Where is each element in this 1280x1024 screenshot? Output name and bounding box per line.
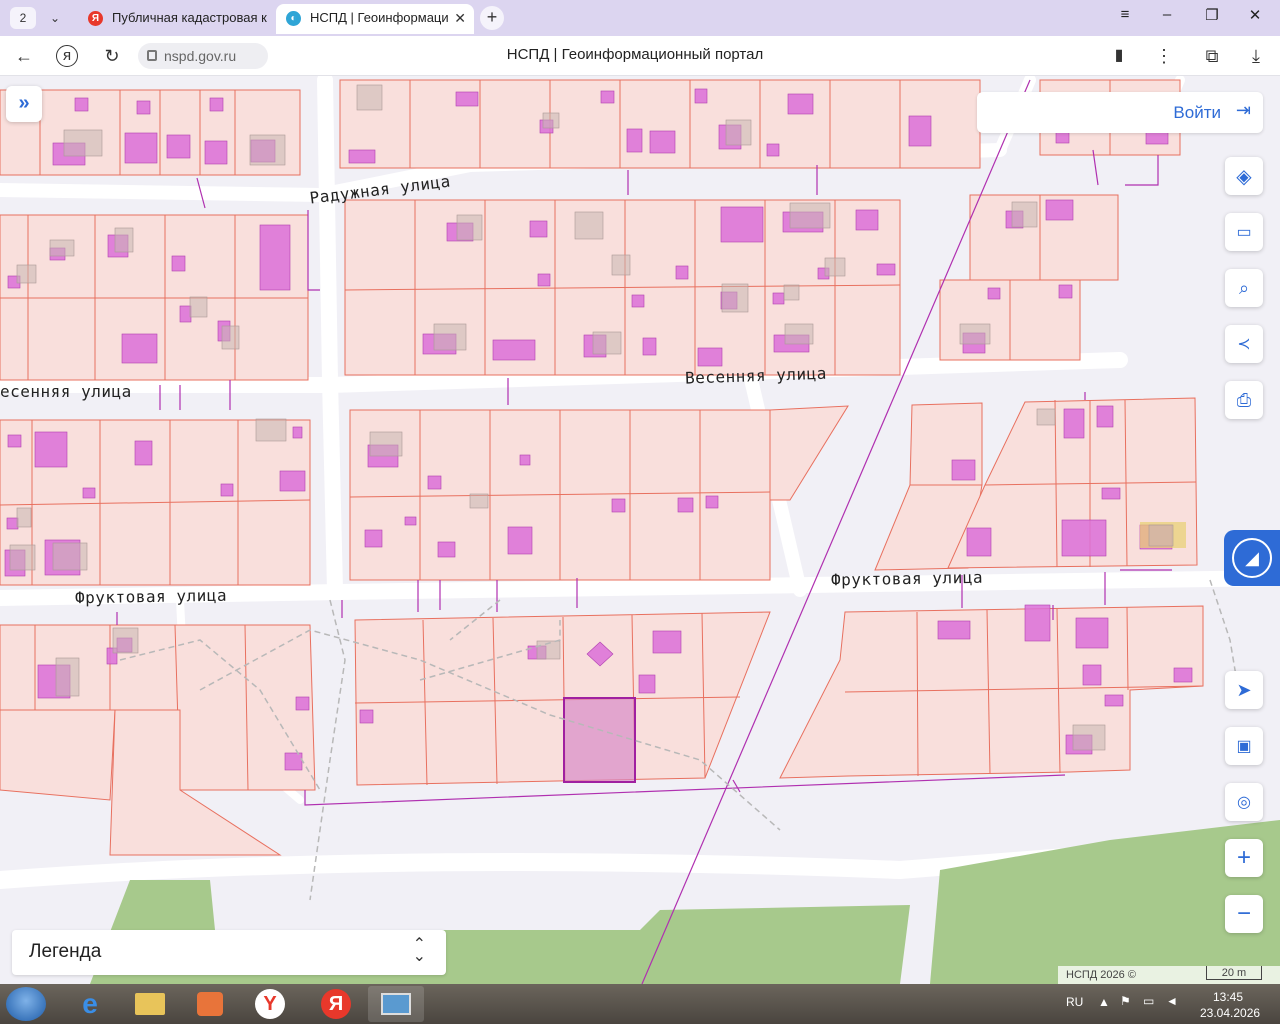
extensions-icon[interactable]: ⧉ (1200, 44, 1224, 68)
layers-icon: ◈ (1236, 165, 1252, 188)
map-attribution: НСПД 2026 © 20 m (1058, 966, 1280, 984)
locate-icon: ➤ (1236, 679, 1252, 700)
address-bar: ← я ↻ nspd.gov.ru НСПД | Геоинформационн… (0, 36, 1280, 76)
lock-icon (147, 50, 157, 61)
share-button[interactable]: ≺ (1225, 325, 1263, 363)
search-area-button[interactable]: ⌕ (1225, 269, 1263, 307)
url-field[interactable]: nspd.gov.ru (138, 43, 268, 69)
ruler-button[interactable]: ▭ (1225, 213, 1263, 251)
tray-arrow-icon[interactable]: ▲ (1098, 995, 1110, 1009)
back-icon[interactable]: ← (12, 44, 36, 68)
network-icon[interactable]: ▭ (1143, 994, 1154, 1008)
close-window-icon[interactable]: ✕ (1240, 6, 1270, 24)
nspd-icon: ◐ (286, 11, 301, 26)
geo-search-icon: ◎ (1237, 794, 1251, 811)
more-icon[interactable]: ⋮ (1152, 44, 1176, 68)
minimap-icon: ▣ (1236, 738, 1252, 755)
minimap-button[interactable]: ▣ (1225, 727, 1263, 765)
side-panel-tab[interactable]: ◢ (1224, 530, 1280, 586)
cadastral-map[interactable]: Радужная улица есенняя улица Весенняя ул… (0, 76, 1280, 984)
yandex-icon: Я (88, 11, 103, 26)
print-button[interactable]: ⎙ (1225, 381, 1263, 419)
login-icon: ⇥ (1235, 100, 1251, 120)
minimize-icon[interactable]: – (1152, 6, 1182, 23)
windows-taskbar: e Y Я RU ▲ ⚑ ▭ ◄ 13:45 23.04.2026 (0, 984, 1280, 1024)
clock-time[interactable]: 13:45 (1213, 990, 1243, 1004)
login-label: Войти (1173, 103, 1221, 122)
print-icon: ⎙ (1236, 389, 1252, 410)
share-icon: ≺ (1237, 336, 1251, 353)
legend-label: Легенда (29, 941, 102, 962)
volume-icon[interactable]: ◄ (1166, 994, 1178, 1008)
selected-parcel[interactable] (563, 697, 636, 783)
close-tab-icon[interactable]: ✕ (454, 4, 466, 32)
tab-title: НСПД | Геоинформаци (310, 10, 449, 25)
map-canvas[interactable]: Радужная улица есенняя улица Весенняя ул… (0, 76, 1280, 984)
language-indicator[interactable]: RU (1066, 995, 1083, 1009)
url-text: nspd.gov.ru (164, 48, 237, 64)
yandex-icon[interactable]: Я (308, 986, 364, 1022)
yandex-browser-icon[interactable]: Y (242, 986, 298, 1022)
reload-icon[interactable]: ↻ (100, 44, 124, 68)
clock-date[interactable]: 23.04.2026 (1200, 1006, 1260, 1020)
attribution-text: НСПД 2026 © (1066, 969, 1136, 981)
nspd-logo-icon: ◢ (1232, 538, 1272, 578)
locate-button[interactable]: ➤ (1225, 671, 1263, 709)
flag-icon[interactable]: ⚑ (1120, 994, 1131, 1008)
media-player-icon[interactable] (182, 986, 238, 1022)
street-label: Фруктовая улица (75, 586, 227, 608)
menu-icon[interactable]: ≡ (1110, 6, 1140, 23)
start-button[interactable] (6, 987, 46, 1021)
tab-count-badge[interactable]: 2 (10, 7, 36, 29)
geo-search-button[interactable]: ◎ (1225, 783, 1263, 821)
yandex-home-icon[interactable]: я (56, 45, 78, 67)
ruler-icon: ▭ (1236, 224, 1252, 241)
login-button[interactable]: Войти ⇥ (977, 92, 1263, 133)
browser-tab-bar: 2 ⌄ Я Публичная кадастровая к ◐ НСПД | Г… (0, 0, 1280, 36)
scale-bar: 20 m (1206, 966, 1262, 980)
restore-icon[interactable]: ❐ (1197, 6, 1227, 24)
tab-cadastral[interactable]: Я Публичная кадастровая к (78, 4, 270, 34)
new-tab-button[interactable]: + (480, 6, 504, 30)
zoom-out-button[interactable]: − (1225, 895, 1263, 933)
explorer-icon[interactable] (122, 986, 178, 1022)
street-label: Фруктовая улица (831, 568, 983, 590)
photo-viewer-icon[interactable] (368, 986, 424, 1022)
page-title: НСПД | Геоинформационный портал (506, 46, 764, 63)
minus-icon: − (1236, 900, 1251, 927)
search-area-icon: ⌕ (1238, 277, 1250, 298)
tab-nspd[interactable]: ◐ НСПД | Геоинформаци ✕ (276, 4, 474, 34)
tabs-dropdown-icon[interactable]: ⌄ (42, 7, 68, 29)
expand-panel-button[interactable]: » (6, 86, 42, 122)
layers-button[interactable]: ◈ (1225, 157, 1263, 195)
street-label: есенняя улица (0, 382, 132, 401)
tab-title: Публичная кадастровая к (112, 10, 267, 25)
expand-arrows-icon: ⌃ ⌄ (412, 936, 426, 965)
street-label: Весенняя улица (685, 364, 827, 388)
downloads-icon[interactable]: ⤓ (1244, 44, 1268, 68)
legend-panel[interactable]: Легенда ⌃ ⌄ (12, 930, 446, 975)
zoom-in-button[interactable]: + (1225, 839, 1263, 877)
plus-icon: + (1236, 844, 1251, 871)
bookmark-icon[interactable]: ▮ (1107, 44, 1131, 68)
ie-icon[interactable]: e (62, 986, 118, 1022)
